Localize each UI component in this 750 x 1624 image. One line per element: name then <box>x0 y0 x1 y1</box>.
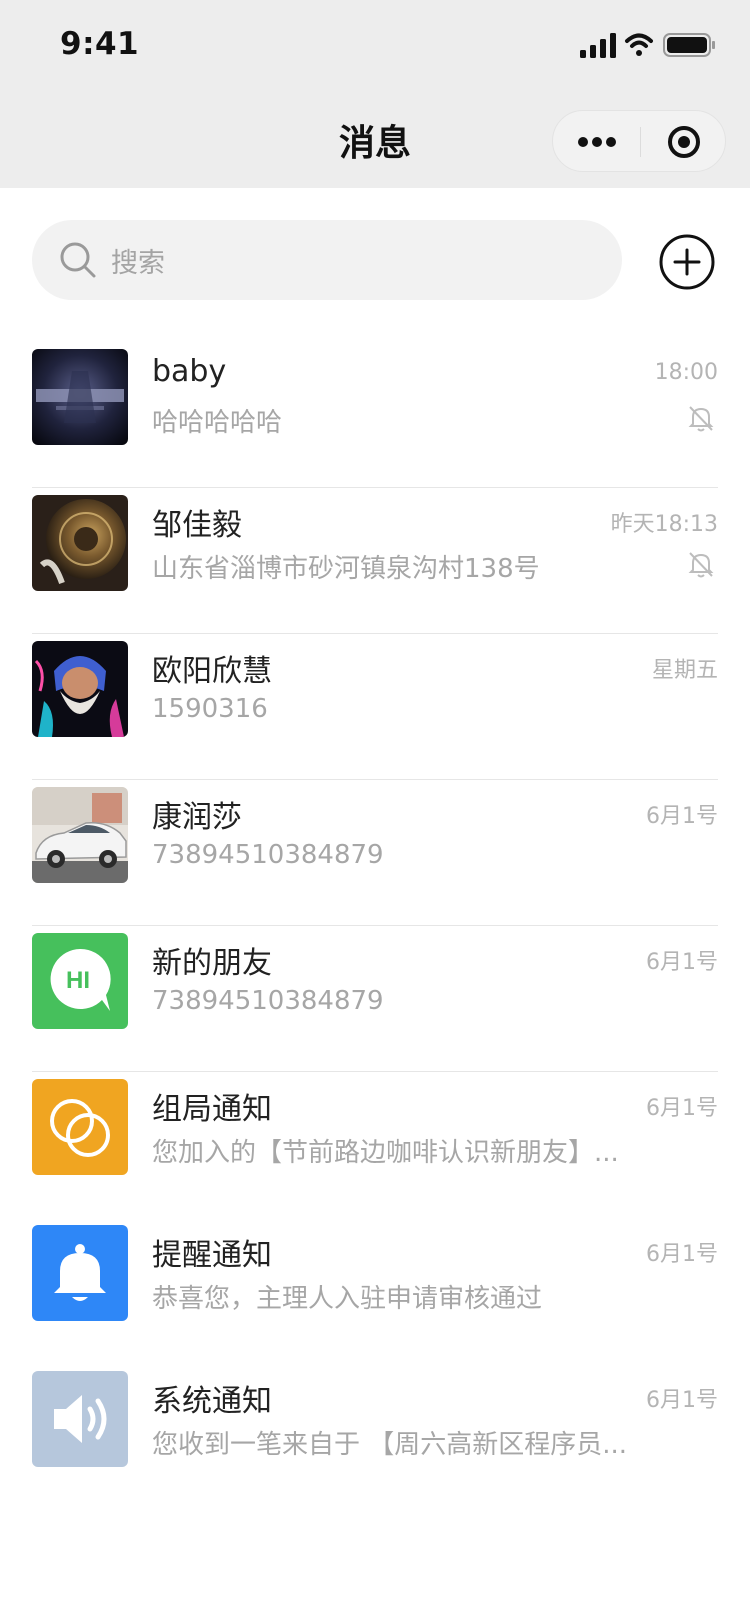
clockwork-photo-image <box>32 495 128 591</box>
avatar <box>32 1225 128 1321</box>
conversation-name: baby <box>152 354 227 389</box>
conversation-time: 昨天18:13 <box>610 512 718 537</box>
conversation-time: 星期五 <box>651 658 718 683</box>
conversation-name: 提醒通知 <box>152 1238 272 1273</box>
conversation-item[interactable]: 系统通知 您收到一笔来自于 【周六高新区程序员... 6月1号 <box>0 1364 750 1510</box>
hi-bubble-icon: HI <box>32 933 128 1029</box>
conversation-time: 6月1号 <box>646 950 718 975</box>
conversation-time: 6月1号 <box>646 1242 718 1267</box>
battery-icon <box>663 33 715 57</box>
search-icon <box>60 242 96 278</box>
conversation-item[interactable]: HI 新的朋友 73894510384879 6月1号 <box>0 926 750 1072</box>
muted-bell-icon <box>688 406 714 432</box>
conversation-item[interactable]: baby 哈哈哈哈哈 18:00 <box>0 342 750 488</box>
bell-icon <box>32 1225 128 1321</box>
conversation-item[interactable]: 邹佳毅 山东省淄博市砂河镇泉沟村138号 昨天18:13 <box>0 488 750 634</box>
conversation-list: baby 哈哈哈哈哈 18:00 邹佳毅 山东省淄博市砂河镇泉沟村138号 昨天… <box>0 342 750 1510</box>
rings-icon <box>32 1079 128 1175</box>
mini-program-capsule <box>552 110 726 172</box>
conversation-item[interactable]: 康润莎 73894510384879 6月1号 <box>0 780 750 926</box>
plus-circle-icon[interactable] <box>658 233 716 291</box>
status-icons <box>580 33 715 58</box>
muted-bell-icon <box>688 552 714 578</box>
signal-icon <box>580 33 616 58</box>
conversation-name: 系统通知 <box>152 1384 272 1419</box>
conversation-preview: 哈哈哈哈哈 <box>152 408 283 438</box>
search-placeholder: 搜索 <box>111 247 165 279</box>
conversation-preview: 73894510384879 <box>152 986 384 1016</box>
search-input[interactable]: 搜索 <box>32 220 622 300</box>
wifi-icon <box>625 33 653 56</box>
conversation-time: 6月1号 <box>646 1388 718 1413</box>
conversation-name: 康润莎 <box>152 800 242 835</box>
white-car-photo-image <box>32 787 128 883</box>
conversation-preview: 73894510384879 <box>152 840 384 870</box>
avatar <box>32 1079 128 1175</box>
conversation-preview: 恭喜您，主理人入驻申请审核通过 <box>152 1284 543 1314</box>
hi-bubble-text: HI <box>66 967 90 994</box>
more-dots-icon <box>577 137 616 147</box>
close-button[interactable] <box>640 111 727 173</box>
avatar <box>32 495 128 591</box>
bearded-portrait-image <box>32 641 128 737</box>
conversation-time: 18:00 <box>654 360 718 385</box>
avatar <box>32 1371 128 1467</box>
conversation-preview: 山东省淄博市砂河镇泉沟村138号 <box>152 554 540 584</box>
target-circle-icon <box>667 126 700 158</box>
conversation-item[interactable]: 组局通知 您加入的【节前路边咖啡认识新朋友】... 6月1号 <box>0 1072 750 1218</box>
conversation-name: 欧阳欣慧 <box>152 654 272 689</box>
conversation-preview: 您加入的【节前路边咖啡认识新朋友】... <box>152 1138 619 1168</box>
conversation-time: 6月1号 <box>646 804 718 829</box>
conversation-preview: 您收到一笔来自于 【周六高新区程序员... <box>152 1430 628 1460</box>
conversation-preview: 1590316 <box>152 694 268 724</box>
conversation-name: 组局通知 <box>152 1092 272 1127</box>
avatar <box>32 349 128 445</box>
conversation-item[interactable]: 欧阳欣慧 1590316 星期五 <box>0 634 750 780</box>
avatar <box>32 641 128 737</box>
more-button[interactable] <box>553 111 640 173</box>
avatar: HI <box>32 933 128 1029</box>
avatar <box>32 787 128 883</box>
top-bar: 9:41 消息 <box>0 0 750 188</box>
status-time: 9:41 <box>60 26 140 62</box>
speaker-icon <box>32 1371 128 1467</box>
conversation-item[interactable]: 提醒通知 恭喜您，主理人入驻申请审核通过 6月1号 <box>0 1218 750 1364</box>
avengers-poster-image <box>32 349 128 445</box>
conversation-name: 邹佳毅 <box>152 508 242 543</box>
conversation-name: 新的朋友 <box>152 946 272 981</box>
conversation-time: 6月1号 <box>646 1096 718 1121</box>
